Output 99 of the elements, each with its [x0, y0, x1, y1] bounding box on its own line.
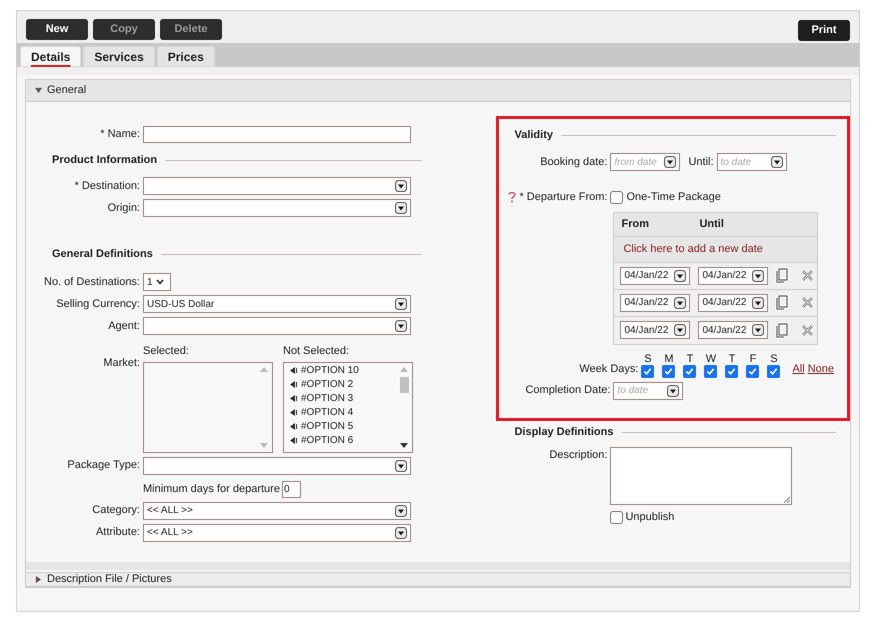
field-label: Description: — [548, 448, 608, 463]
tab[interactable]: Services — [83, 46, 155, 67]
field-label: Selling Currency: — [55, 296, 141, 312]
date-field[interactable]: 04/Jan/22 — [698, 266, 768, 284]
field-label: Minimum days for departure — [143, 482, 281, 497]
day-checkbox[interactable] — [725, 364, 738, 378]
day-checkbox[interactable] — [704, 364, 718, 378]
list-option[interactable]: #OPTION 2 — [301, 377, 354, 392]
day-letter: T — [728, 352, 736, 364]
day-letter: T — [686, 352, 694, 364]
field-label: Booking date: — [539, 154, 608, 170]
caret-icon — [35, 87, 42, 94]
date-field[interactable]: 04/Jan/22 — [698, 294, 768, 312]
copy-icon[interactable] — [776, 295, 788, 310]
description-field[interactable] — [610, 447, 792, 505]
copy-icon[interactable] — [776, 268, 788, 283]
none-link[interactable]: None — [808, 361, 834, 378]
select-field[interactable] — [143, 177, 411, 195]
list-option[interactable]: #OPTION 3 — [301, 391, 354, 406]
field-label: Package Type: — [66, 458, 141, 474]
arrow-left-icon — [290, 395, 298, 402]
section-heading: Product Information — [52, 152, 158, 168]
list-label: Not Selected: — [283, 344, 350, 359]
section-header[interactable]: General — [26, 80, 850, 102]
day-checkbox[interactable] — [767, 364, 780, 378]
list-option[interactable]: #OPTION 5 — [301, 419, 354, 434]
field-label: No. of Destinations: — [43, 274, 141, 290]
arrow-left-icon — [290, 367, 298, 374]
day-checkbox[interactable] — [662, 364, 676, 378]
field-label: Completion Date: — [524, 383, 612, 398]
scroll-up-icon — [400, 366, 408, 372]
day-checkbox[interactable] — [746, 364, 760, 378]
field-label: Category: — [91, 503, 141, 518]
day-letter: W — [706, 352, 716, 364]
section-heading: Validity — [514, 128, 553, 143]
resize-icon — [783, 496, 790, 503]
list-option[interactable]: #OPTION 4 — [301, 405, 354, 420]
field-label: * Destination: — [74, 178, 141, 194]
select-field[interactable]: << ALL >> — [143, 524, 411, 542]
chevron-icon — [156, 279, 164, 285]
field-label: Week Days: — [578, 362, 640, 377]
select-field[interactable]: USD-US Dollar — [143, 295, 411, 313]
help-icon — [507, 191, 518, 204]
scroll-down-icon — [260, 442, 268, 448]
select-field[interactable]: 1 — [143, 273, 171, 291]
close-icon[interactable] — [802, 270, 814, 281]
day-letter: S — [770, 352, 778, 364]
select-field[interactable] — [143, 199, 411, 217]
number-field[interactable]: 0 — [282, 480, 301, 498]
day-letter: M — [664, 352, 674, 364]
not-selected-list[interactable]: #OPTION 10 #OPTION 2 #OPTION 3 #OPTION 4 #OPTION 5 #OPTION 6 — [283, 362, 413, 452]
one-time-checkbox[interactable] — [610, 190, 624, 204]
unpublish-checkbox[interactable] — [610, 510, 624, 524]
selected-list[interactable] — [143, 362, 273, 452]
arrow-left-icon — [290, 437, 298, 444]
field-label: Origin: — [106, 200, 141, 216]
field-label: Until: — [688, 154, 714, 170]
section-header[interactable]: Description File / Pictures — [26, 572, 850, 586]
arrow-left-icon — [290, 409, 298, 416]
all-link[interactable]: All — [792, 361, 805, 378]
date-field[interactable]: 04/Jan/22 — [620, 294, 690, 312]
scroll-down-icon — [400, 442, 408, 448]
scrollbar-thumb[interactable] — [400, 376, 409, 392]
scroll-up-icon — [260, 366, 268, 372]
field-label: * Departure From: — [519, 190, 608, 205]
select-field[interactable]: << ALL >> — [143, 502, 411, 520]
arrow-left-icon — [290, 381, 298, 388]
field-label: Agent: — [107, 318, 141, 334]
checkbox-label: One-Time Package — [626, 190, 721, 205]
date-field[interactable]: 04/Jan/22 — [620, 321, 690, 339]
field-label: * Name: — [99, 127, 141, 142]
caret-icon — [35, 576, 42, 582]
field-label: Market: — [103, 356, 141, 371]
section-heading: General Definitions — [52, 246, 153, 262]
day-letter: F — [750, 352, 756, 364]
list-label: Selected: — [143, 344, 190, 359]
list-option[interactable]: #OPTION 6 — [301, 433, 354, 448]
field-label: Attribute: — [94, 525, 141, 540]
name-field[interactable] — [143, 126, 411, 143]
day-checkbox[interactable] — [683, 364, 696, 378]
arrow-left-icon — [290, 423, 298, 430]
tab[interactable]: Details — [20, 46, 82, 67]
close-icon[interactable] — [802, 297, 814, 308]
select-field[interactable] — [143, 456, 411, 474]
print-button[interactable]: Print — [798, 20, 850, 41]
toolbar-button[interactable]: New — [26, 18, 88, 40]
date-field[interactable]: 04/Jan/22 — [698, 321, 768, 339]
section-heading: Display Definitions — [514, 424, 614, 440]
copy-icon[interactable] — [776, 322, 788, 338]
select-field[interactable] — [143, 317, 411, 335]
date-field[interactable]: 04/Jan/22 — [620, 266, 690, 284]
tab[interactable]: Prices — [156, 46, 215, 67]
close-icon[interactable] — [802, 324, 814, 336]
list-option[interactable]: #OPTION 10 — [301, 363, 359, 378]
day-letter: S — [644, 352, 652, 364]
checkbox-label: Unpublish — [625, 510, 674, 525]
column-header: From — [620, 216, 650, 232]
day-checkbox[interactable] — [641, 364, 654, 378]
column-header: Until — [699, 216, 724, 232]
